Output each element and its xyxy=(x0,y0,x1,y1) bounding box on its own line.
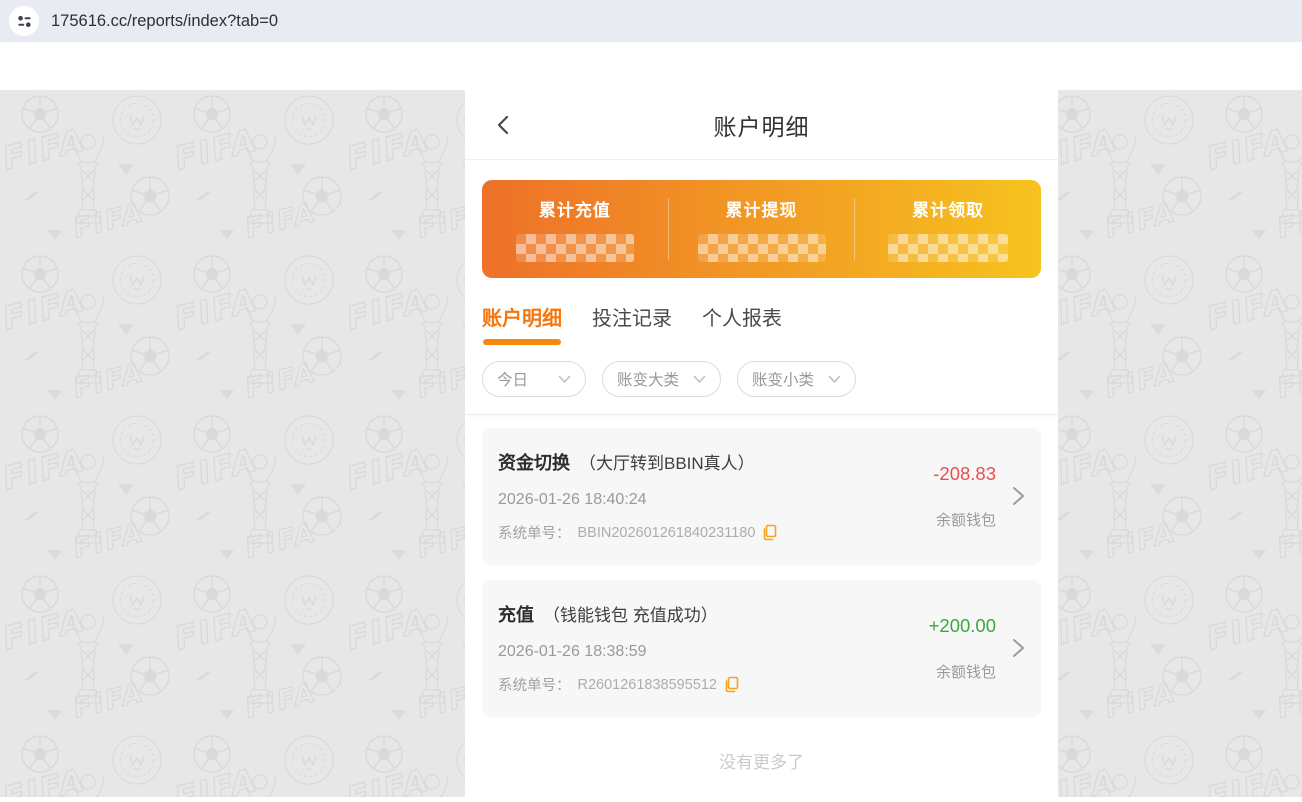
filters: 今日 账变大类 账变小类 xyxy=(465,345,1058,415)
masked-value xyxy=(698,234,826,262)
filter-major-type-dropdown[interactable]: 账变大类 xyxy=(602,361,721,397)
order-number: BBIN202601261840231180 xyxy=(578,525,756,541)
account-detail-panel: 账户明细 累计充值 累计提现 累计领取 账户明细 投注记录 个人报表 xyxy=(465,90,1058,797)
chevron-down-icon xyxy=(558,375,571,384)
tab-label: 个人报表 xyxy=(702,308,782,330)
transaction-amount: -208.83 xyxy=(933,463,996,485)
tab-label: 账户明细 xyxy=(482,308,562,330)
chevron-down-icon xyxy=(693,375,706,384)
transaction-info: 资金切换 （大厅转到BBIN真人） 2026-01-26 18:40:24 系统… xyxy=(498,449,933,543)
transaction-note: （钱能钱包 充值成功） xyxy=(543,601,718,626)
url-text[interactable]: 175616.cc/reports/index?tab=0 xyxy=(51,12,278,31)
transaction-title: 资金切换 xyxy=(498,449,570,475)
chevron-down-icon xyxy=(828,375,841,384)
no-more-text: 没有更多了 xyxy=(482,732,1041,795)
summary-label: 累计领取 xyxy=(912,196,984,221)
browser-address-bar[interactable]: 175616.cc/reports/index?tab=0 xyxy=(0,0,1302,42)
summary-total-claim: 累计领取 xyxy=(855,196,1041,262)
filter-label: 今日 xyxy=(497,368,528,390)
tab-bet-records[interactable]: 投注记录 xyxy=(592,302,672,345)
transaction-datetime: 2026-01-26 18:38:59 xyxy=(498,643,929,661)
summary-total-withdraw: 累计提现 xyxy=(669,196,855,262)
order-label: 系统单号： xyxy=(498,522,571,543)
tab-personal-report[interactable]: 个人报表 xyxy=(702,302,782,345)
order-label: 系统单号： xyxy=(498,674,571,695)
wallet-label: 余额钱包 xyxy=(936,509,996,530)
summary-card: 累计充值 累计提现 累计领取 xyxy=(482,180,1041,278)
tab-label: 投注记录 xyxy=(592,308,672,330)
panel-header: 账户明细 xyxy=(465,90,1058,160)
transaction-list: 资金切换 （大厅转到BBIN真人） 2026-01-26 18:40:24 系统… xyxy=(465,415,1058,795)
chevron-right-icon[interactable] xyxy=(1012,484,1025,508)
masked-value xyxy=(516,234,634,262)
transaction-note: （大厅转到BBIN真人） xyxy=(579,449,755,474)
tab-account-detail[interactable]: 账户明细 xyxy=(482,302,562,345)
transaction-row[interactable]: 充值 （钱能钱包 充值成功） 2026-01-26 18:38:59 系统单号：… xyxy=(482,580,1041,717)
order-number: R2601261838595512 xyxy=(578,677,718,693)
transaction-amount-block: -208.83 余额钱包 xyxy=(933,449,996,543)
page-title: 账户明细 xyxy=(714,108,810,142)
masked-value xyxy=(888,234,1008,262)
filter-label: 账变大类 xyxy=(617,368,679,390)
chevron-right-icon[interactable] xyxy=(1012,636,1025,660)
tabs: 账户明细 投注记录 个人报表 xyxy=(482,278,1041,345)
site-permissions-icon[interactable] xyxy=(9,6,39,36)
transaction-row[interactable]: 资金切换 （大厅转到BBIN真人） 2026-01-26 18:40:24 系统… xyxy=(482,428,1041,565)
transaction-info: 充值 （钱能钱包 充值成功） 2026-01-26 18:38:59 系统单号：… xyxy=(498,601,929,695)
transaction-title: 充值 xyxy=(498,601,534,627)
transaction-datetime: 2026-01-26 18:40:24 xyxy=(498,491,933,509)
active-tab-indicator xyxy=(483,339,561,345)
filter-label: 账变小类 xyxy=(752,368,814,390)
summary-total-deposit: 累计充值 xyxy=(482,196,668,262)
transaction-amount-block: +200.00 余额钱包 xyxy=(929,601,996,695)
wallet-label: 余额钱包 xyxy=(936,661,996,682)
filter-date-dropdown[interactable]: 今日 xyxy=(482,361,586,397)
transaction-amount: +200.00 xyxy=(929,615,996,637)
copy-icon[interactable] xyxy=(762,524,777,541)
back-button[interactable] xyxy=(491,112,517,138)
summary-label: 累计提现 xyxy=(726,196,798,221)
filter-minor-type-dropdown[interactable]: 账变小类 xyxy=(737,361,856,397)
copy-icon[interactable] xyxy=(724,676,739,693)
summary-label: 累计充值 xyxy=(539,196,611,221)
